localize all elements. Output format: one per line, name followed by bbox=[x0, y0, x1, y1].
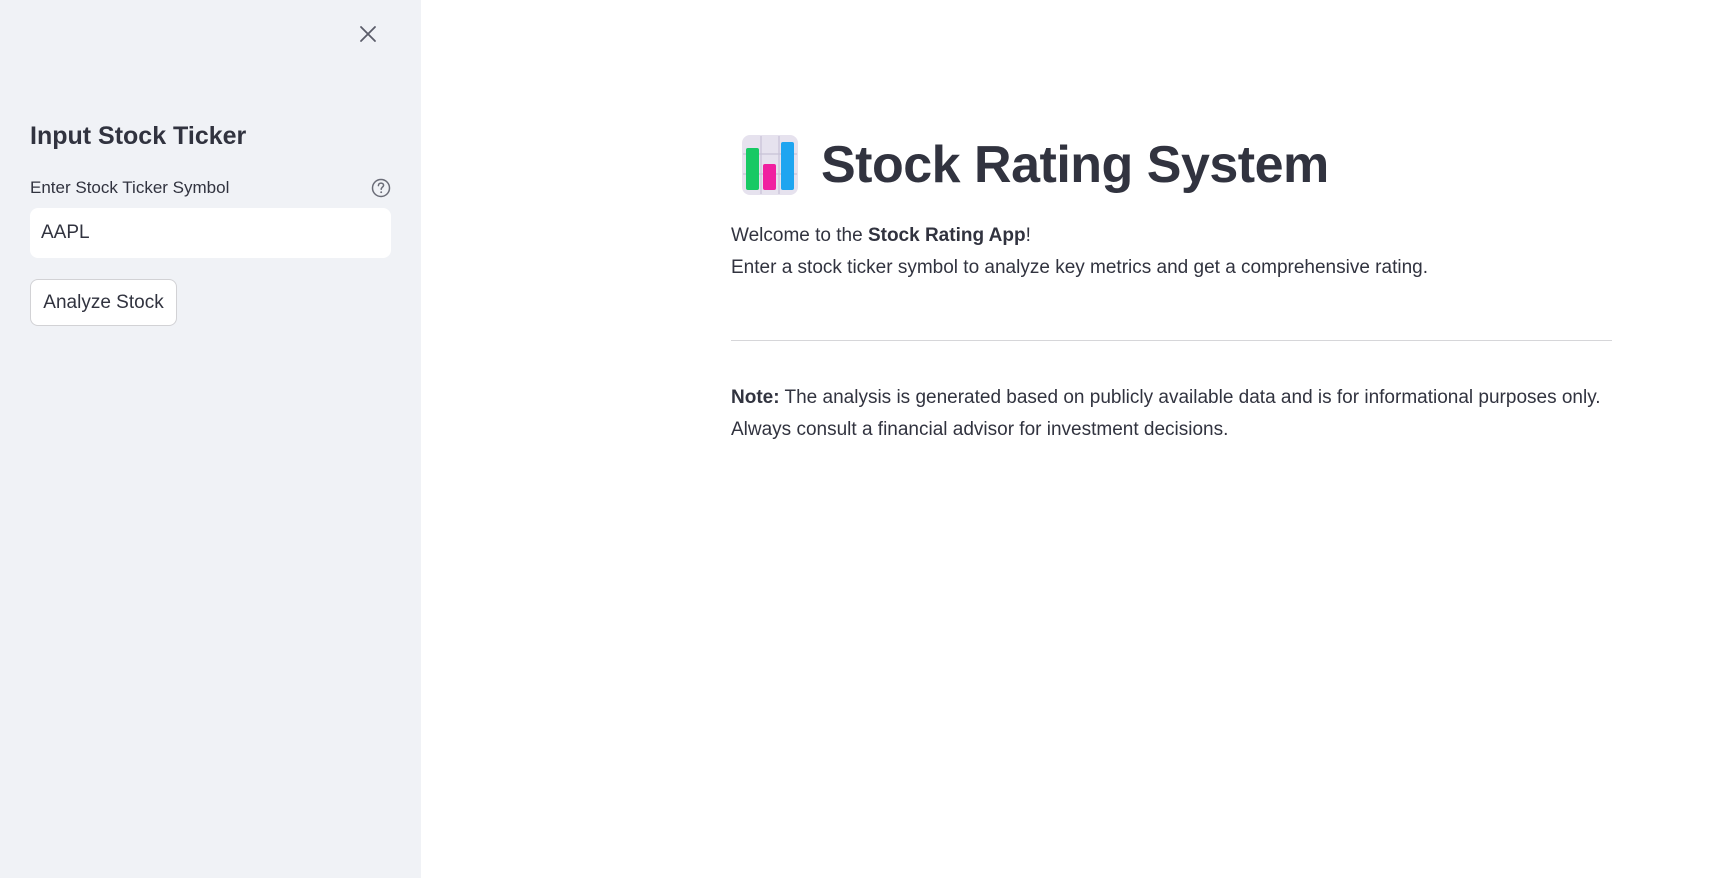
main-content: Stock Rating System Welcome to the Stock… bbox=[421, 0, 1722, 878]
welcome-prefix: Welcome to the bbox=[731, 225, 868, 246]
disclaimer-note: Note: The analysis is generated based on… bbox=[731, 382, 1612, 446]
ticker-input[interactable] bbox=[30, 208, 391, 258]
close-icon bbox=[360, 26, 376, 42]
note-text: The analysis is generated based on publi… bbox=[779, 387, 1601, 408]
welcome-line: Welcome to the Stock Rating App! bbox=[731, 220, 1611, 252]
app-name: Stock Rating App bbox=[867, 225, 1026, 246]
welcome-suffix: ! bbox=[1025, 225, 1031, 246]
page-title-row: Stock Rating System bbox=[741, 130, 1329, 200]
note-line-2: Always consult a financial advisor for i… bbox=[731, 419, 1229, 440]
sidebar: Input Stock Ticker Enter Stock Ticker Sy… bbox=[0, 0, 421, 878]
analyze-stock-button[interactable]: Analyze Stock bbox=[30, 279, 177, 326]
note-line-1: Note: The analysis is generated based on… bbox=[731, 382, 1612, 414]
close-sidebar-button[interactable] bbox=[354, 20, 382, 48]
ticker-field-label: Enter Stock Ticker Symbol bbox=[30, 178, 230, 197]
intro-text: Welcome to the Stock Rating App! Enter a… bbox=[731, 220, 1611, 284]
note-label: Note: bbox=[731, 387, 780, 408]
intro-instruction: Enter a stock ticker symbol to analyze k… bbox=[731, 257, 1428, 278]
question-circle-icon[interactable] bbox=[370, 177, 392, 199]
divider bbox=[731, 340, 1612, 341]
sidebar-heading: Input Stock Ticker bbox=[30, 122, 247, 150]
bar-chart-emoji-icon bbox=[742, 135, 798, 195]
page-title: Stock Rating System bbox=[821, 136, 1329, 194]
